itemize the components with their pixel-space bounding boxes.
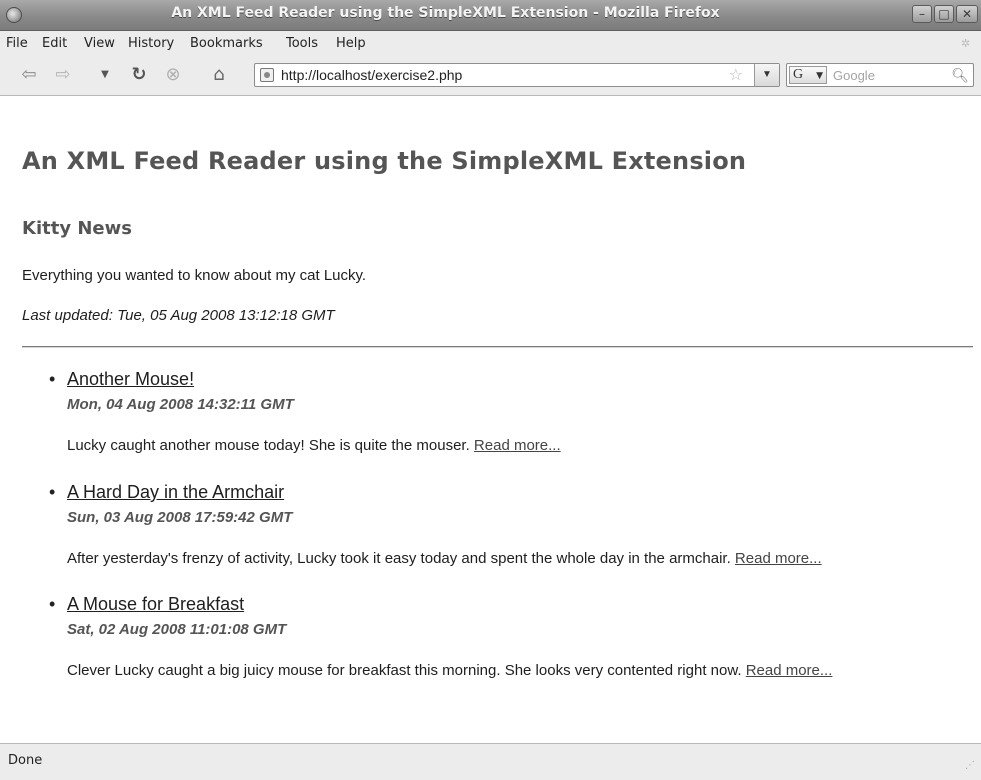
menu-tools[interactable]: Tools [286, 36, 318, 51]
menu-help[interactable]: Help [336, 36, 366, 51]
menu-bar: File Edit View History Bookmarks Tools H… [0, 31, 981, 55]
stop-icon[interactable]: ⊗ [162, 64, 184, 86]
forward-icon[interactable]: ⇨ [52, 64, 74, 86]
page-content[interactable]: An XML Feed Reader using the SimpleXML E… [0, 96, 981, 743]
window-title: An XML Feed Reader using the SimpleXML E… [171, 5, 720, 21]
close-button[interactable]: ✕ [956, 5, 978, 23]
url-dropdown-button[interactable]: ▼ [754, 64, 779, 86]
search-input[interactable]: Google [833, 68, 875, 83]
read-more-link[interactable]: Read more... [735, 550, 822, 567]
search-icon[interactable]: 🔍︎ [951, 67, 969, 84]
back-icon[interactable]: ⇦ [18, 64, 40, 86]
menu-view[interactable]: View [84, 36, 115, 51]
browser-window: An XML Feed Reader using the SimpleXML E… [0, 0, 981, 780]
item-date: Mon, 04 Aug 2008 14:32:11 GMT [67, 396, 294, 413]
item-title-link[interactable]: A Mouse for Breakfast [67, 594, 244, 615]
menu-edit[interactable]: Edit [42, 36, 67, 51]
page-icon [260, 68, 274, 82]
search-engine-selector[interactable]: G ▼ [789, 66, 827, 84]
page-heading: An XML Feed Reader using the SimpleXML E… [22, 147, 747, 175]
last-updated: Last updated: Tue, 05 Aug 2008 13:12:18 … [22, 307, 335, 324]
item-description: After yesterday's frenzy of activity, Lu… [67, 547, 967, 571]
google-engine-icon: G [793, 67, 804, 82]
history-dropdown-icon[interactable]: ▼ [94, 64, 116, 86]
minimize-button[interactable]: – [912, 5, 932, 23]
bookmark-star-icon[interactable]: ☆ [729, 65, 743, 85]
url-bar[interactable]: http://localhost/exercise2.php ☆ ▼ [254, 63, 780, 87]
item-text: After yesterday's frenzy of activity, Lu… [67, 550, 731, 567]
reload-icon[interactable]: ↻ [128, 64, 150, 86]
item-description: Clever Lucky caught a big juicy mouse fo… [67, 659, 937, 683]
item-date: Sat, 02 Aug 2008 11:01:08 GMT [67, 621, 287, 638]
channel-description: Everything you wanted to know about my c… [22, 267, 367, 284]
divider [22, 346, 973, 348]
bullet: • [49, 369, 56, 389]
throbber-icon: ✲ [961, 37, 971, 50]
read-more-link[interactable]: Read more... [746, 662, 833, 679]
status-text: Done [8, 753, 43, 768]
item-text: Clever Lucky caught a big juicy mouse fo… [67, 662, 742, 679]
search-bar[interactable]: G ▼ Google 🔍︎ [786, 63, 974, 87]
item-date: Sun, 03 Aug 2008 17:59:42 GMT [67, 509, 293, 526]
engine-dropdown-icon: ▼ [816, 71, 823, 81]
resize-grip-icon[interactable]: ⋰ [965, 760, 975, 771]
bullet: • [49, 594, 56, 614]
channel-title: Kitty News [22, 218, 132, 239]
item-text: Lucky caught another mouse today! She is… [67, 437, 470, 454]
maximize-button[interactable]: □ [934, 5, 954, 23]
menu-file[interactable]: File [6, 36, 28, 51]
menu-history[interactable]: History [128, 36, 174, 51]
item-title-link[interactable]: Another Mouse! [67, 369, 194, 390]
status-bar: Done ⋰ [0, 743, 981, 780]
bullet: • [49, 482, 56, 502]
navigation-toolbar: ⇦ ⇨ ▼ ↻ ⊗ ⌂ http://localhost/exercise2.p… [0, 55, 981, 96]
url-input[interactable]: http://localhost/exercise2.php [281, 67, 462, 83]
title-bar[interactable]: An XML Feed Reader using the SimpleXML E… [0, 0, 981, 31]
menu-bookmarks[interactable]: Bookmarks [190, 36, 263, 51]
item-title-link[interactable]: A Hard Day in the Armchair [67, 482, 284, 503]
item-description: Lucky caught another mouse today! She is… [67, 434, 967, 458]
read-more-link[interactable]: Read more... [474, 437, 561, 454]
home-icon[interactable]: ⌂ [208, 64, 230, 86]
